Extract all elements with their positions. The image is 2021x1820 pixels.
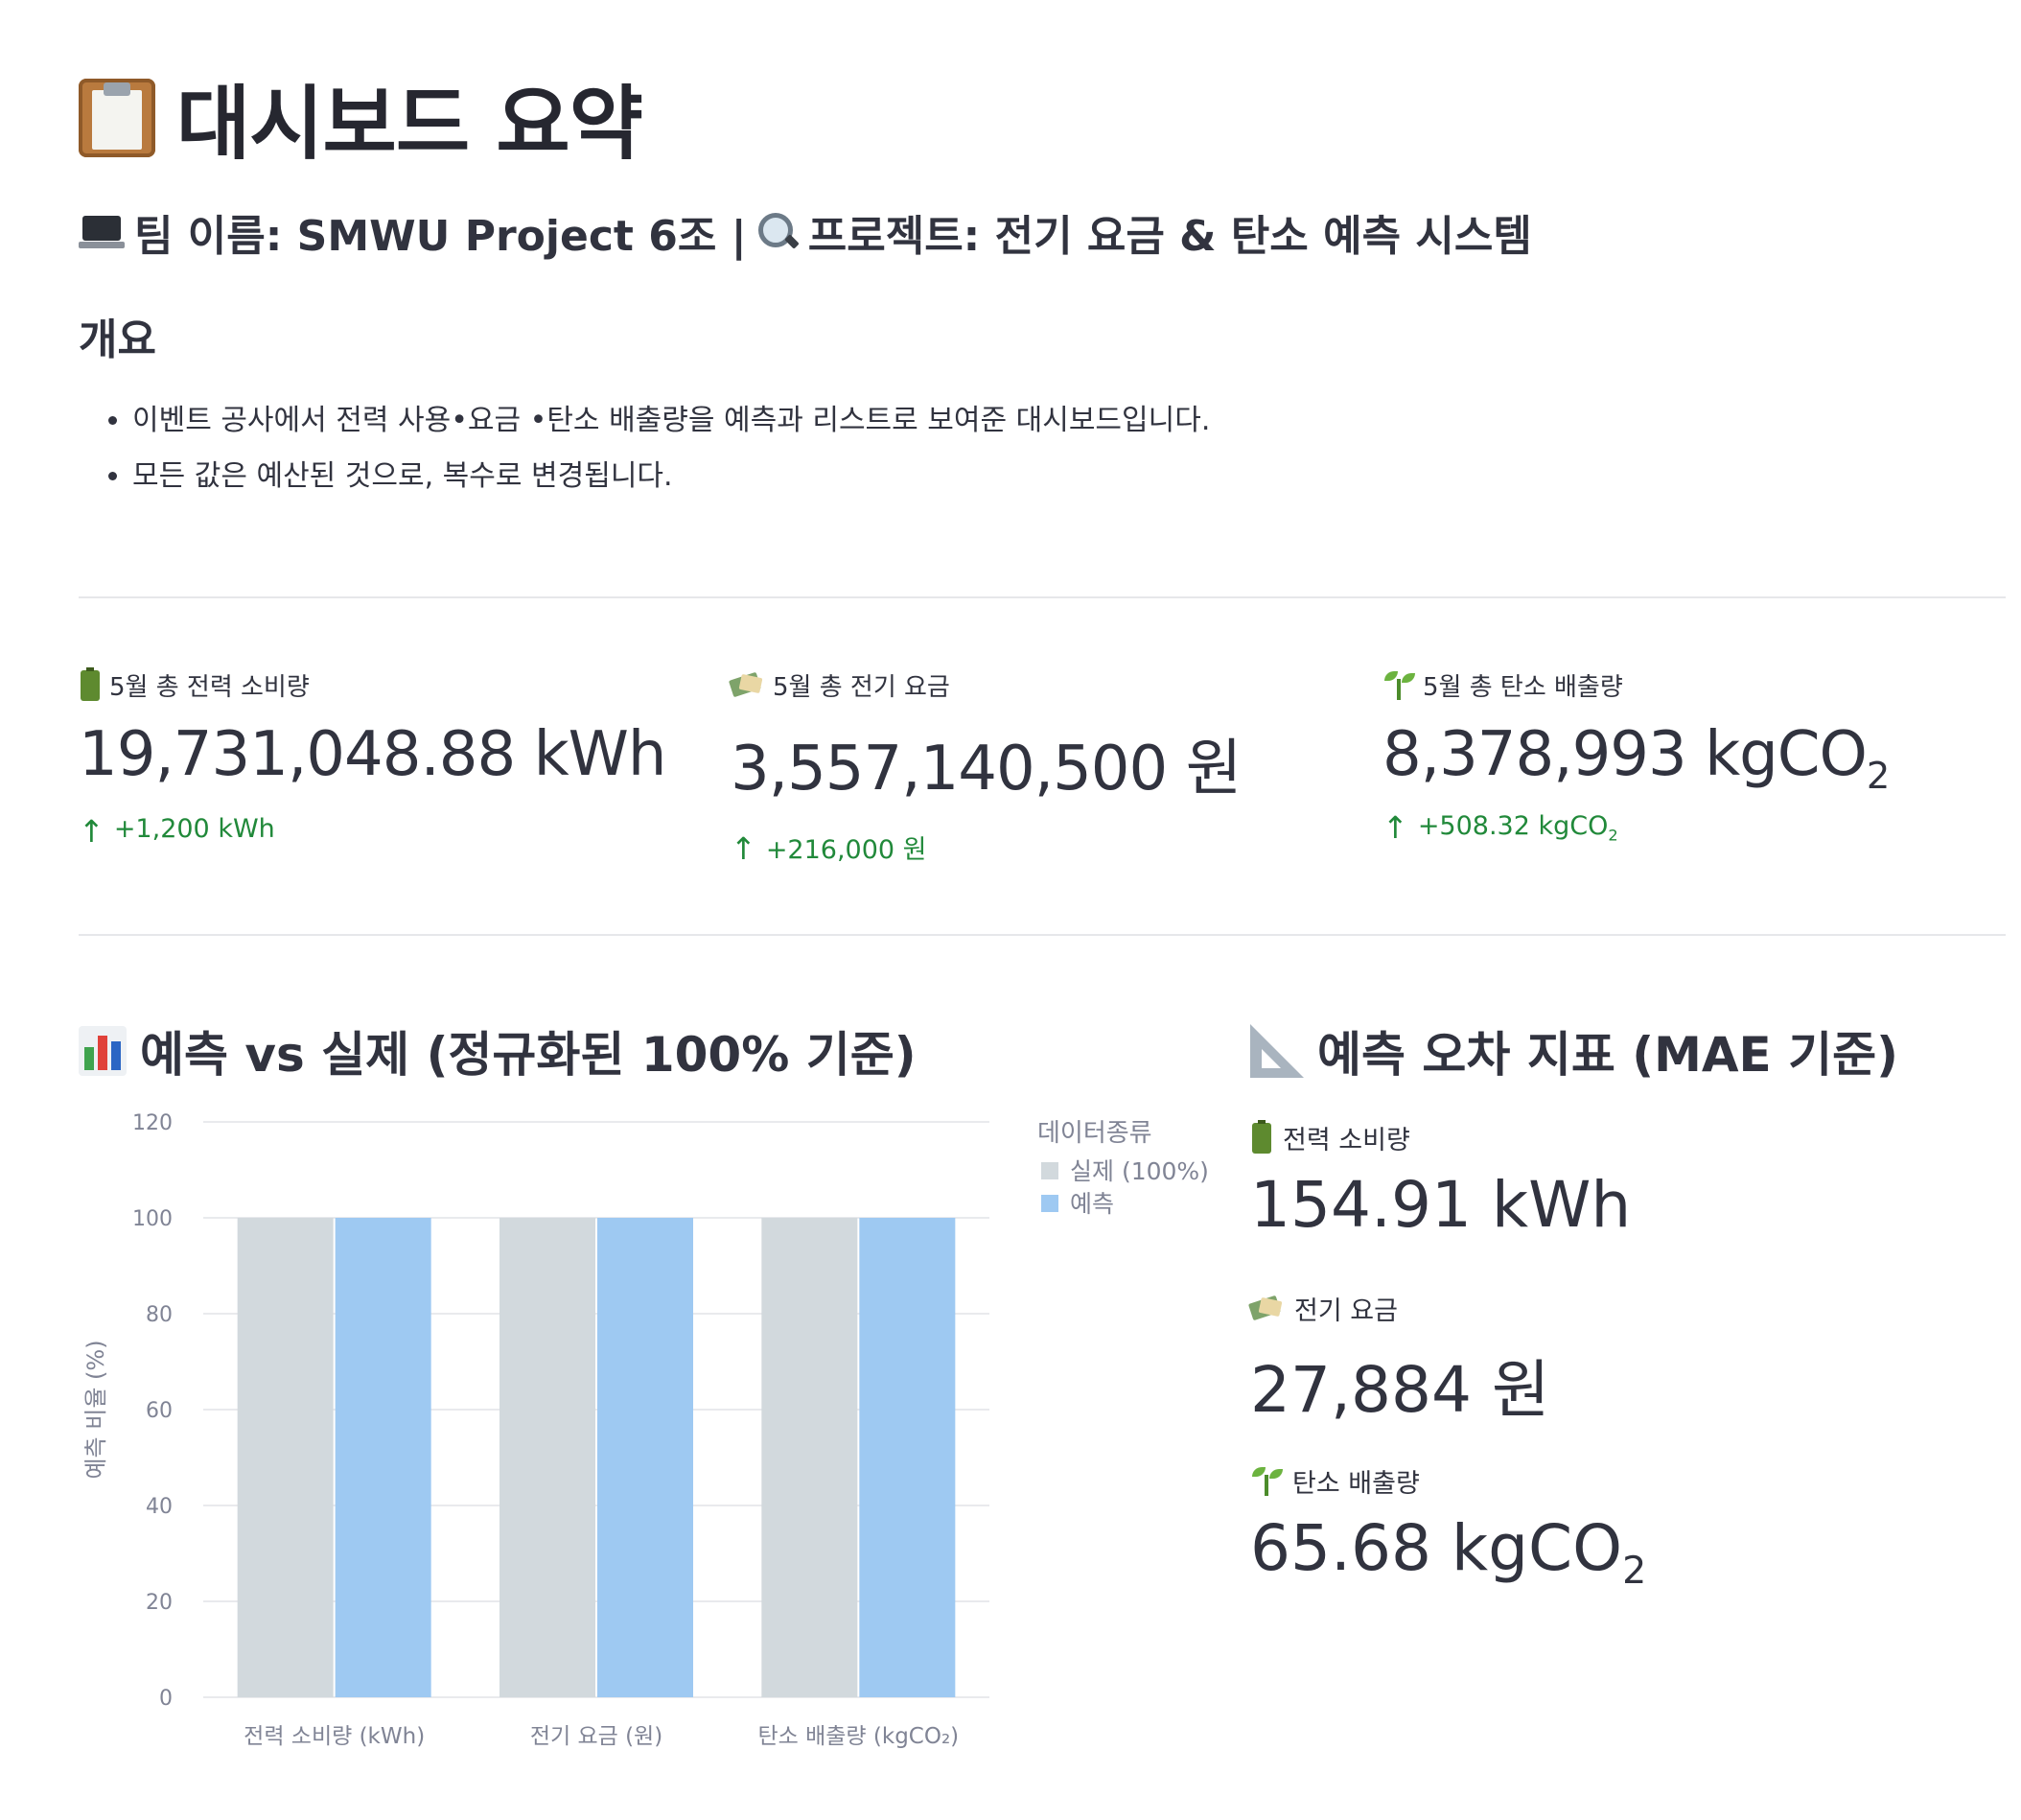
arrow-up-icon: ↑: [731, 830, 756, 868]
list-item: 이벤트 공사에서 전력 사용•요금 •탄소 배출량을 예측과 리스트로 보여준 …: [132, 393, 1210, 449]
legend-swatch: [1041, 1162, 1058, 1179]
metric-label: 5월 총 전력 소비량: [109, 672, 310, 702]
battery-icon: [1250, 1120, 1273, 1155]
magnifier-icon: [756, 211, 799, 253]
legend-title: 데이터종류: [1037, 1119, 1152, 1148]
metric-value: 19,731,048.88 kWh: [79, 719, 666, 790]
error-metric-label: 전력 소비량: [1283, 1125, 1410, 1155]
metric-label: 5월 총 탄소 배출량: [1423, 672, 1623, 702]
error-section-title: 예측 오차 지표 (MAE 기준): [1250, 1016, 1898, 1085]
error-metric-power: 전력 소비량 154.91 kWh: [1250, 1120, 1921, 1252]
y-tick-label: 80: [146, 1303, 173, 1327]
chart-y-ticks: 0 20 40 60 80 100 120: [132, 1111, 173, 1711]
y-tick-label: 60: [146, 1399, 173, 1423]
legend-item-label[interactable]: 실제 (100%): [1070, 1157, 1209, 1185]
y-tick-label: 40: [146, 1495, 173, 1519]
bar[interactable]: [761, 1218, 858, 1697]
error-metric-cost: 전기 요금 27,884 원: [1250, 1291, 1921, 1437]
bar[interactable]: [335, 1218, 431, 1697]
legend-item-label[interactable]: 예측: [1070, 1190, 1114, 1218]
y-tick-label: 100: [132, 1207, 173, 1231]
clipboard-icon: [79, 78, 155, 157]
x-tick-label: 전력 소비량 (kWh): [244, 1724, 425, 1749]
team-name-label: 팀 이름: SMWU Project 6조 |: [134, 212, 747, 261]
page-title-row: 대시보드 요약: [79, 59, 643, 175]
bar[interactable]: [597, 1218, 693, 1697]
y-tick-label: 20: [146, 1591, 173, 1615]
page-title: 대시보드 요약: [176, 77, 643, 171]
x-tick-label: 전기 요금 (원): [530, 1724, 662, 1749]
chart-section-title: 예측 vs 실제 (정규화된 100% 기준): [79, 1016, 917, 1085]
y-tick-label: 120: [132, 1111, 173, 1135]
bar[interactable]: [237, 1218, 334, 1697]
metric-value: 8,378,993 kgCO2: [1382, 719, 1890, 798]
divider: [79, 934, 2006, 936]
laptop-icon: [79, 216, 125, 248]
error-title-text: 예측 오차 지표 (MAE 기준): [1317, 1027, 1898, 1083]
y-axis-label: 예측 비율 (%): [82, 1340, 109, 1479]
x-tick-label: 탄소 배출량 (kgCO₂): [757, 1724, 959, 1749]
project-name-label: 프로젝트: 전기 요금 & 탄소 예측 시스템: [807, 212, 1532, 261]
metric-delta: ↑ +216,000 원: [731, 830, 927, 868]
chart-x-ticks: 전력 소비량 (kWh) 전기 요금 (원) 탄소 배출량 (kgCO₂): [244, 1724, 959, 1749]
bar[interactable]: [859, 1218, 956, 1697]
legend-swatch: [1041, 1195, 1058, 1212]
y-tick-label: 0: [159, 1687, 173, 1711]
error-metric-carbon: 탄소 배출량 65.68 kgCO2: [1250, 1463, 1921, 1593]
chart-legend[interactable]: 데이터종류 실제 (100%) 예측: [1037, 1119, 1209, 1218]
metric-power-consumption: 5월 총 전력 소비량 19,731,048.88 kWh ↑ +1,200 k…: [79, 667, 673, 849]
chart-title-text: 예측 vs 실제 (정규화된 100% 기준): [140, 1027, 917, 1083]
comparison-bar-chart: 0 20 40 60 80 100 120 전력 소비량 (kWh) 전기 요금 (원) 탄소 …: [82, 1111, 1209, 1749]
arrow-up-icon: ↑: [1382, 808, 1408, 846]
money-icon: [1250, 1294, 1285, 1322]
arrow-up-icon: ↑: [79, 812, 105, 850]
metric-carbon-emission: 5월 총 탄소 배출량 8,378,993 kgCO2 ↑ +508.32 kg…: [1382, 667, 1977, 844]
metric-electricity-cost: 5월 총 전기 요금 3,557,140,500 원 ↑ +216,000 원: [731, 667, 1325, 870]
error-metric-label: 전기 요금: [1294, 1295, 1398, 1326]
chart-bars: [237, 1218, 956, 1697]
divider: [79, 596, 2006, 598]
bar-chart-icon: [79, 1026, 127, 1076]
error-metric-value: 154.91 kWh: [1250, 1168, 1632, 1242]
team-project-subtitle: 팀 이름: SMWU Project 6조 | 프로젝트: 전기 요금 & 탄소…: [79, 201, 1532, 263]
money-icon: [731, 670, 765, 699]
overview-heading: 개요: [79, 315, 156, 364]
metric-label: 5월 총 전기 요금: [773, 672, 950, 702]
bar[interactable]: [499, 1218, 595, 1697]
metric-delta: ↑ +1,200 kWh: [79, 812, 275, 850]
overview-list: 이벤트 공사에서 전력 사용•요금 •탄소 배출량을 예측과 리스트로 보여준 …: [79, 393, 1210, 504]
error-metric-value: 65.68 kgCO2: [1250, 1511, 1647, 1594]
error-metric-label: 탄소 배출량: [1292, 1468, 1420, 1499]
sprout-icon: [1250, 1465, 1283, 1496]
battery-icon: [79, 667, 102, 702]
list-item: 모든 값은 예산된 것으로, 복수로 변경됩니다.: [132, 449, 1210, 504]
error-metric-value: 27,884 원: [1250, 1353, 1550, 1427]
triangular-ruler-icon: [1250, 1024, 1304, 1078]
sprout-icon: [1382, 669, 1415, 700]
metric-value: 3,557,140,500 원: [731, 734, 1242, 805]
metric-delta: ↑ +508.32 kgCO2: [1382, 808, 1618, 846]
